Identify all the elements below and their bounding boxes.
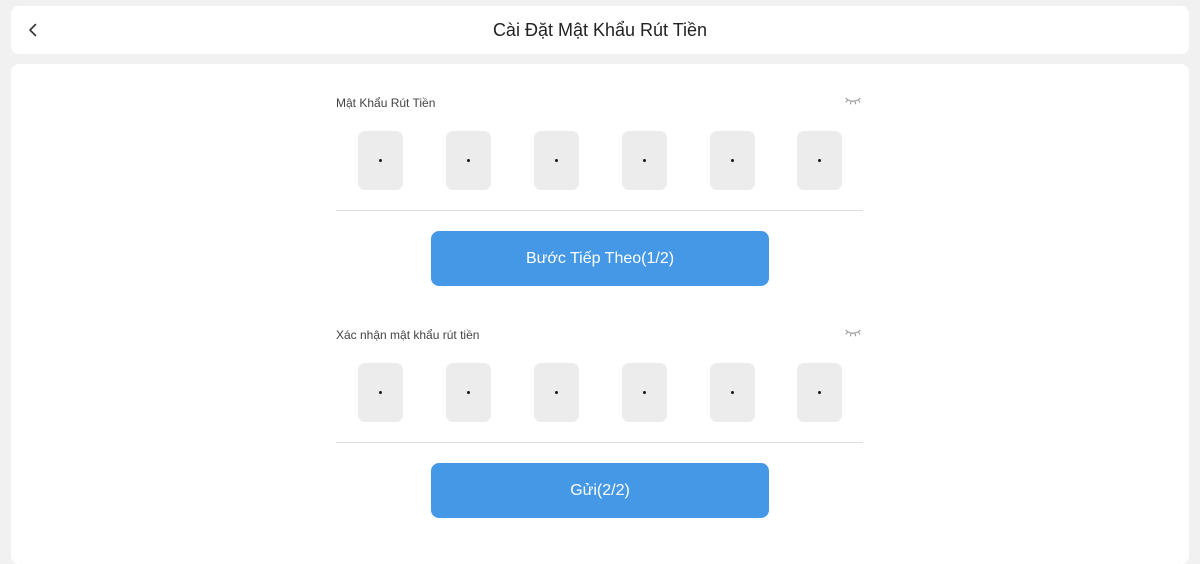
password-pin-inputs (358, 131, 842, 190)
confirm-digit-6[interactable] (797, 363, 842, 422)
masked-digit-dot (818, 159, 821, 162)
password-visibility-toggle[interactable] (844, 95, 862, 107)
confirm-digit-1[interactable] (358, 363, 403, 422)
masked-digit-dot (555, 159, 558, 162)
confirm-digit-3[interactable] (534, 363, 579, 422)
masked-digit-dot (467, 159, 470, 162)
masked-digit-dot (818, 391, 821, 394)
confirm-digit-2[interactable] (446, 363, 491, 422)
masked-digit-dot (379, 159, 382, 162)
confirm-password-visibility-toggle[interactable] (844, 327, 862, 339)
masked-digit-dot (379, 391, 382, 394)
password-digit-2[interactable] (446, 131, 491, 190)
masked-digit-dot (731, 391, 734, 394)
next-step-button[interactable]: Bước Tiếp Theo(1/2) (431, 231, 769, 286)
masked-digit-dot (555, 391, 558, 394)
password-digit-4[interactable] (622, 131, 667, 190)
submit-button[interactable]: Gửi(2/2) (431, 463, 769, 518)
confirm-digit-5[interactable] (710, 363, 755, 422)
password-digit-6[interactable] (797, 131, 842, 190)
divider (336, 210, 863, 211)
eye-closed-icon (844, 95, 862, 107)
confirm-password-pin-inputs (358, 363, 842, 422)
page-title: Cài Đặt Mật Khẩu Rút Tiền (492, 20, 708, 40)
top-bar: Cài Đặt Mật Khẩu Rút Tiền (11, 6, 1189, 54)
password-digit-3[interactable] (534, 131, 579, 190)
divider (336, 442, 863, 443)
masked-digit-dot (643, 159, 646, 162)
eye-closed-icon (844, 327, 862, 339)
masked-digit-dot (731, 159, 734, 162)
confirm-password-label: Xác nhận mật khẩu rút tiền (336, 328, 480, 342)
confirm-digit-4[interactable] (622, 363, 667, 422)
password-digit-1[interactable] (358, 131, 403, 190)
password-label: Mật Khẩu Rút Tiền (336, 96, 436, 110)
password-digit-5[interactable] (710, 131, 755, 190)
masked-digit-dot (467, 391, 470, 394)
masked-digit-dot (643, 391, 646, 394)
